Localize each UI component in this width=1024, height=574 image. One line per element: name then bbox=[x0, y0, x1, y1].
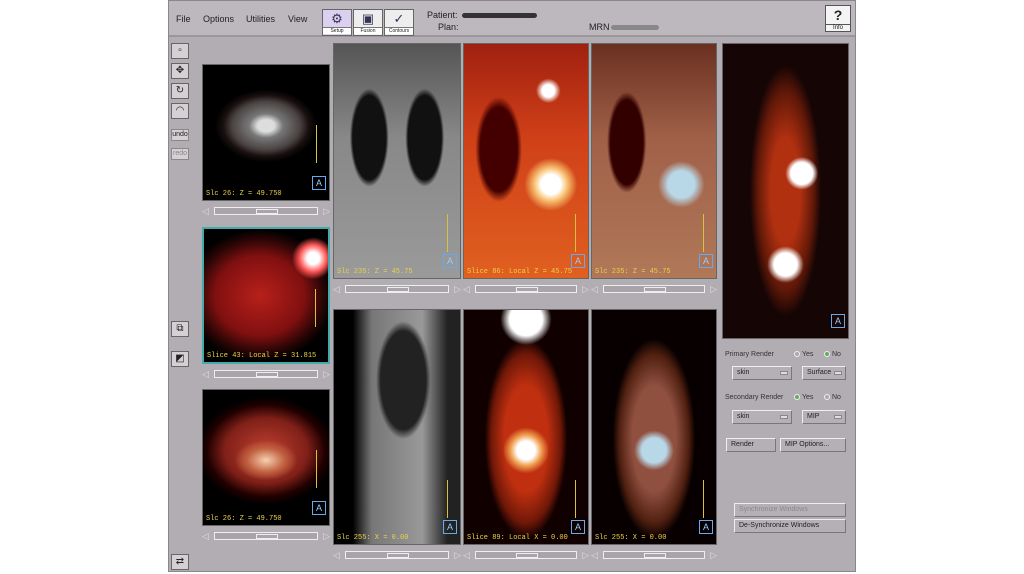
rotate-icon: ↻ bbox=[175, 85, 185, 96]
synchronize-windows-button[interactable]: Synchronize Windows bbox=[734, 503, 846, 517]
fusion-button[interactable]: ▣ Fusion bbox=[353, 9, 383, 36]
secondary-colormap-select[interactable]: skin bbox=[732, 410, 792, 424]
scale-ruler bbox=[698, 480, 704, 518]
capture-tool[interactable]: ◩ bbox=[171, 351, 189, 367]
redo-button[interactable]: redo bbox=[171, 148, 189, 160]
patient-redaction bbox=[462, 13, 537, 18]
orientation-icon[interactable]: A bbox=[312, 176, 326, 190]
coronal-fused-slider[interactable]: ◁ ▷ bbox=[591, 283, 717, 295]
orientation-icon[interactable]: A bbox=[443, 254, 457, 268]
primary-render-label: Primary Render bbox=[725, 351, 775, 358]
pan-tool[interactable]: ✥ bbox=[171, 63, 189, 79]
coronal-ct-slider[interactable]: ◁ ▷ bbox=[333, 283, 461, 295]
slice-info: Slice 43: Local Z = 31.815 bbox=[207, 352, 317, 360]
desynchronize-windows-button[interactable]: De-Synchronize Windows bbox=[734, 519, 846, 533]
menu-options[interactable]: Options bbox=[203, 14, 234, 24]
menu-utilities[interactable]: Utilities bbox=[246, 14, 275, 24]
axial-pet-slider[interactable]: ◁ ▷ bbox=[202, 368, 330, 380]
sagittal-fused-slider[interactable]: ◁ ▷ bbox=[591, 549, 717, 561]
axial-pet-view[interactable]: Slice 43: Local Z = 31.815 bbox=[202, 227, 330, 364]
slice-info: Slice 89: Local X = 0.00 bbox=[467, 534, 568, 542]
mip-options-button[interactable]: MIP Options... bbox=[780, 438, 846, 452]
zoom-tool[interactable]: ▫ bbox=[171, 43, 189, 59]
slice-info: Slc 255: X = 0.00 bbox=[337, 534, 409, 542]
coronal-fused-view[interactable]: A Slc 235: Z = 45.75 bbox=[591, 43, 717, 279]
contours-button[interactable]: ✓ Contours bbox=[384, 9, 414, 36]
scale-ruler bbox=[442, 480, 448, 518]
app-window: File Options Utilities View ⚙ Setup ▣ Fusi… bbox=[168, 0, 856, 572]
window-level-icon: ◠ bbox=[175, 105, 185, 116]
help-icon: ? bbox=[833, 7, 843, 23]
sagittal-pet-slider[interactable]: ◁ ▷ bbox=[463, 549, 589, 561]
menu-view[interactable]: View bbox=[288, 14, 307, 24]
primary-colormap-select[interactable]: skin bbox=[732, 366, 792, 380]
scale-ruler bbox=[698, 214, 704, 252]
swap-arrows-icon: ⇄ bbox=[175, 556, 185, 567]
mrn-redaction bbox=[611, 25, 659, 30]
menu-file[interactable]: File bbox=[176, 14, 191, 24]
contours-icon: ✓ bbox=[393, 11, 405, 26]
coronal-pet-view[interactable]: A Slice 86: Local Z = 45.75 bbox=[463, 43, 589, 279]
scale-ruler bbox=[570, 480, 576, 518]
sagittal-pet-view[interactable]: A Slice 89: Local X = 0.00 bbox=[463, 309, 589, 545]
fusion-icon: ▣ bbox=[361, 11, 375, 26]
primary-no-radio[interactable]: No bbox=[822, 351, 841, 358]
window-level-tool[interactable]: ◠ bbox=[171, 103, 189, 119]
slice-info: Slc 26: Z = 49.750 bbox=[206, 515, 282, 523]
pan-arrows-icon: ✥ bbox=[175, 65, 185, 76]
setup-icon: ⚙ bbox=[331, 11, 343, 26]
capture-icon: ◩ bbox=[175, 353, 185, 364]
slice-info: Slc 235: Z = 45.75 bbox=[595, 268, 671, 276]
scale-ruler bbox=[311, 125, 317, 163]
menu-bar: File Options Utilities View ⚙ Setup ▣ Fusi… bbox=[169, 1, 855, 37]
primary-mode-select[interactable]: Surface bbox=[802, 366, 846, 380]
scale-ruler bbox=[442, 214, 448, 252]
zoom-icon: ▫ bbox=[178, 45, 182, 56]
plan-label: Plan: bbox=[438, 22, 459, 32]
orientation-icon[interactable]: A bbox=[571, 254, 585, 268]
swap-tool[interactable]: ⇄ bbox=[171, 554, 189, 570]
secondary-render-label: Secondary Render bbox=[725, 394, 784, 401]
mrn-label: MRN bbox=[589, 22, 610, 32]
orientation-icon[interactable]: A bbox=[571, 520, 585, 534]
help-button[interactable]: ? Info bbox=[825, 5, 851, 32]
orientation-icon[interactable]: A bbox=[699, 254, 713, 268]
rotate-tool[interactable]: ↻ bbox=[171, 83, 189, 99]
orientation-icon[interactable]: A bbox=[443, 520, 457, 534]
slice-info: Slice 86: Local Z = 45.75 bbox=[467, 268, 573, 276]
axial-fused-slider[interactable]: ◁ ▷ bbox=[202, 530, 330, 542]
coronal-ct-view[interactable]: A Slc 235: Z = 45.75 bbox=[333, 43, 461, 279]
scale-ruler bbox=[311, 450, 317, 488]
patient-label: Patient: bbox=[427, 10, 458, 20]
undo-button[interactable]: undo bbox=[171, 129, 189, 141]
primary-yes-radio[interactable]: Yes bbox=[792, 351, 813, 358]
slice-info: Slc 255: X = 0.00 bbox=[595, 534, 667, 542]
secondary-mode-select[interactable]: MIP bbox=[802, 410, 846, 424]
setup-button[interactable]: ⚙ Setup bbox=[322, 9, 352, 36]
link-icon: ⧉ bbox=[176, 323, 184, 334]
slice-info: Slc 235: Z = 45.75 bbox=[337, 268, 413, 276]
sagittal-fused-view[interactable]: A Slc 255: X = 0.00 bbox=[591, 309, 717, 545]
axial-fused-view[interactable]: A Slc 26: Z = 49.750 bbox=[202, 389, 330, 526]
scale-ruler bbox=[570, 214, 576, 252]
orientation-icon[interactable]: A bbox=[699, 520, 713, 534]
mip-view[interactable]: A bbox=[722, 43, 849, 339]
slice-info: Slc 26: Z = 49.750 bbox=[206, 190, 282, 198]
orientation-icon[interactable]: A bbox=[831, 314, 845, 328]
scale-ruler bbox=[310, 289, 316, 327]
axial-ct-slider[interactable]: ◁ ▷ bbox=[202, 205, 330, 217]
sagittal-ct-slider[interactable]: ◁ ▷ bbox=[333, 549, 461, 561]
secondary-yes-radio[interactable]: Yes bbox=[792, 394, 813, 401]
link-views-tool[interactable]: ⧉ bbox=[171, 321, 189, 337]
render-button[interactable]: Render bbox=[726, 438, 776, 452]
coronal-pet-slider[interactable]: ◁ ▷ bbox=[463, 283, 589, 295]
orientation-icon[interactable]: A bbox=[312, 501, 326, 515]
axial-ct-view[interactable]: A Slc 26: Z = 49.750 bbox=[202, 64, 330, 201]
secondary-no-radio[interactable]: No bbox=[822, 394, 841, 401]
sagittal-ct-view[interactable]: A Slc 255: X = 0.00 bbox=[333, 309, 461, 545]
